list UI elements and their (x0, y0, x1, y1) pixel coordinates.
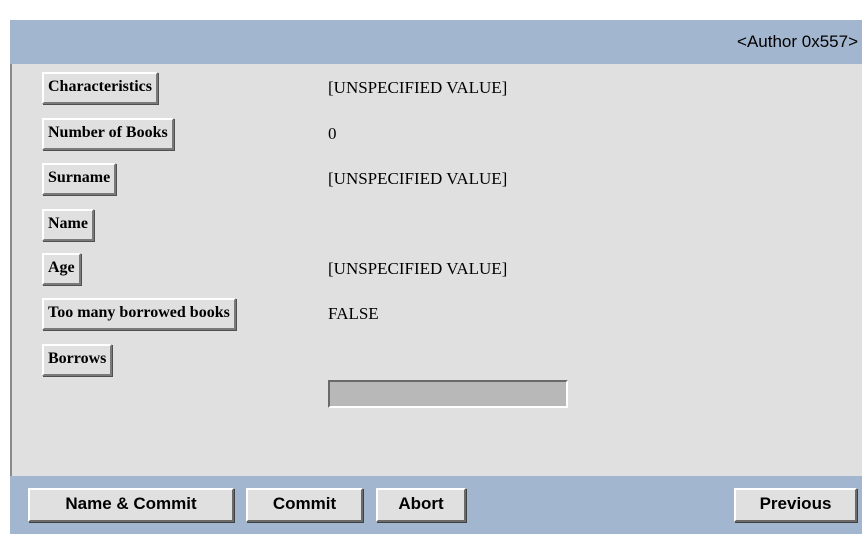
commit-button[interactable]: Commit (246, 488, 363, 522)
attributes-panel: Characteristics [UNSPECIFIED VALUE] Numb… (10, 64, 862, 476)
action-bar: Name & Commit Commit Abort Previous (10, 476, 862, 534)
title-bar: <Author 0x557> (10, 20, 862, 64)
characteristics-value: [UNSPECIFIED VALUE] (328, 78, 508, 97)
too-many-borrowed-books-value: FALSE (328, 304, 379, 323)
number-of-books-button[interactable]: Number of Books (42, 118, 174, 150)
number-of-books-value: 0 (328, 124, 337, 143)
age-button[interactable]: Age (42, 253, 81, 285)
borrows-button[interactable]: Borrows (42, 344, 113, 376)
age-value: [UNSPECIFIED VALUE] (328, 259, 508, 278)
name-button[interactable]: Name (42, 209, 94, 241)
characteristics-button[interactable]: Characteristics (42, 72, 158, 104)
name-and-commit-button[interactable]: Name & Commit (28, 488, 234, 522)
window-title: <Author 0x557> (737, 32, 858, 51)
surname-button[interactable]: Surname (42, 163, 117, 195)
previous-button[interactable]: Previous (734, 488, 857, 522)
surname-value: [UNSPECIFIED VALUE] (328, 169, 508, 188)
abort-button[interactable]: Abort (376, 488, 466, 522)
too-many-borrowed-books-button[interactable]: Too many borrowed books (42, 298, 236, 330)
author-window: <Author 0x557> Characteristics [UNSPECIF… (10, 20, 862, 534)
borrows-field[interactable] (328, 380, 568, 408)
